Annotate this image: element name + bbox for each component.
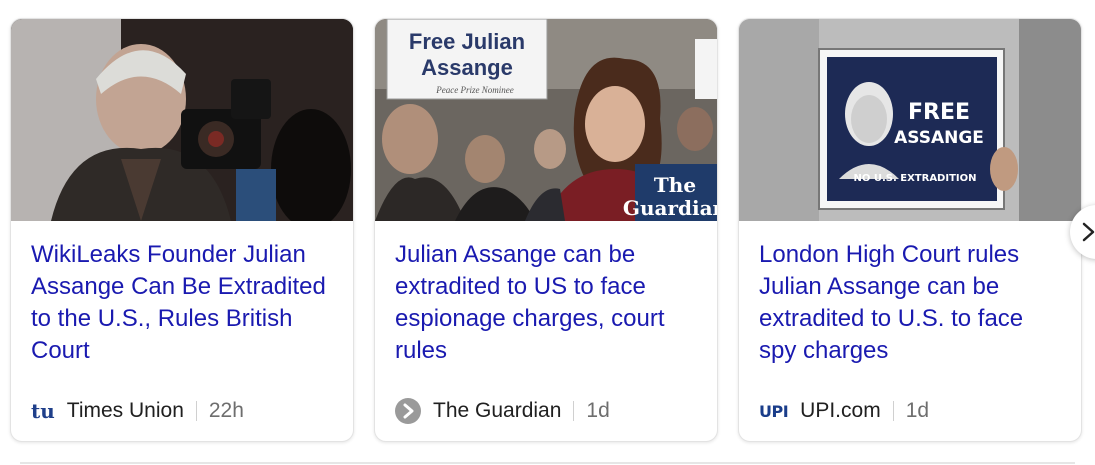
timestamp-2: 1d [586,399,610,422]
protest-sign-line3: NO U.S. EXTRADITION [854,173,977,184]
news-thumbnail-1[interactable] [11,19,353,221]
thumbnail-image-3: FREE ASSANGE NO U.S. EXTRADITION [739,19,1081,221]
divider-3 [892,401,894,421]
sign-text-small: Peace Prize Nominee [435,85,513,95]
source-row-3: UPI UPI.com 1d [759,397,1063,425]
section-divider [20,462,1075,464]
guardian-logo-icon [395,398,421,424]
times-union-logo-text: tu [31,399,55,423]
watermark-line1: The [654,173,696,197]
thumbnail-image-2: Free Julian Assange Peace Prize Nominee … [375,19,717,221]
upi-logo-text: UPI [759,401,789,421]
headline-3[interactable]: London High Court rules Julian Assange c… [759,239,1063,367]
news-card-2[interactable]: Free Julian Assange Peace Prize Nominee … [374,18,718,442]
thumbnail-image-1 [11,19,353,221]
timestamp-1: 22h [208,399,244,422]
times-union-logo: tu [31,399,55,423]
sign-text-line2: Assange [421,55,513,80]
protest-sign-line1: FREE [908,100,970,125]
sign-text-line1: Free Julian [409,29,525,54]
protest-sign-line2: ASSANGE [894,128,984,148]
chevron-right-icon [1082,222,1095,242]
source-row-1: tu Times Union 22h [31,397,335,425]
watermark-line2: Guardian [623,196,717,220]
source-name-3: UPI.com [800,399,881,422]
divider-2 [573,401,575,421]
timestamp-3: 1d [905,399,930,422]
source-row-2: The Guardian 1d [395,397,699,425]
news-card-3[interactable]: FREE ASSANGE NO U.S. EXTRADITION London … [738,18,1082,442]
news-thumbnail-2[interactable]: Free Julian Assange Peace Prize Nominee … [375,19,717,221]
source-name-2: The Guardian [433,399,562,422]
news-thumbnail-3[interactable]: FREE ASSANGE NO U.S. EXTRADITION [739,19,1081,221]
divider-1 [195,401,197,421]
headline-2[interactable]: Julian Assange can be extradited to US t… [395,239,699,367]
news-card-1[interactable]: WikiLeaks Founder Julian Assange Can Be … [10,18,354,442]
source-name-1: Times Union [66,399,184,422]
headline-1[interactable]: WikiLeaks Founder Julian Assange Can Be … [31,239,335,367]
upi-logo: UPI [759,401,789,421]
